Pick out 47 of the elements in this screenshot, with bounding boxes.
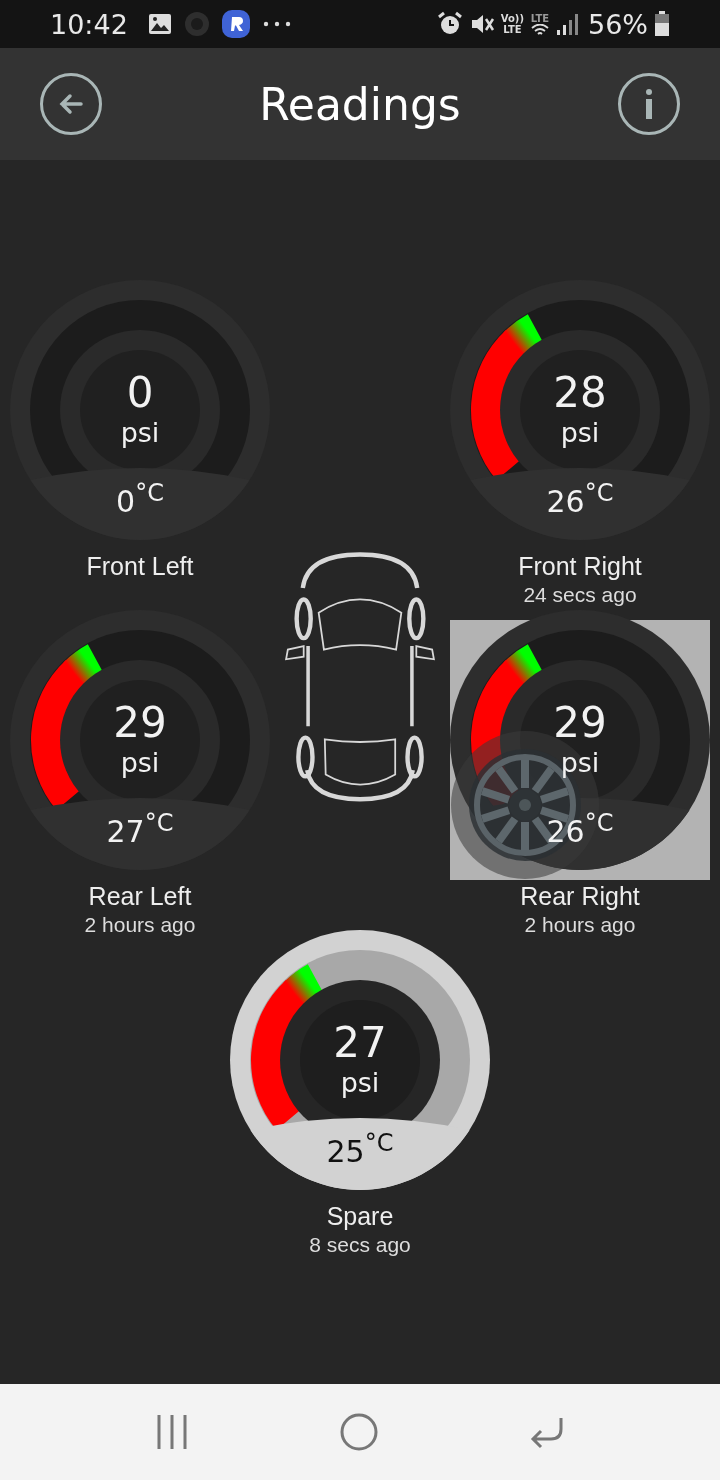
volte-label: Vo)) [500,13,524,24]
app-icon [221,10,250,38]
image-icon [147,13,172,35]
clock-time: 10:42 [50,8,128,40]
lte-label: LTE [503,24,522,35]
pressure-unit: psi [120,748,160,778]
update-time: 8 secs ago [309,1232,411,1258]
battery-level: 56% [588,8,648,40]
pressure-value: 29 [553,698,607,748]
temperature-unit: °C [364,1130,394,1156]
tire-name: Rear Right [520,881,640,911]
pressure-gauge[interactable] [230,930,490,1190]
update-time: 2 hours ago [524,912,636,938]
lte-label: LTE [530,12,550,24]
pressure-value: 27 [333,1018,387,1068]
circle-icon [183,11,210,37]
pressure-unit: psi [560,418,600,448]
back-button[interactable] [40,73,102,135]
wifi-icon [530,23,550,36]
temperature-value: 27 [106,814,145,850]
temperature-unit: °C [135,480,164,506]
temperature-value: 25 [326,1134,365,1170]
pressure-value: 28 [553,368,607,418]
pressure-value: 0 [126,368,154,418]
tire-name: Front Right [518,551,642,581]
battery-icon [654,11,670,37]
signal-icon [556,12,578,36]
update-time: 2 hours ago [84,912,196,938]
more-icon [261,20,292,28]
alarm-icon [436,11,463,37]
pressure-unit: psi [120,418,160,448]
pressure-value: 29 [113,698,167,748]
tire-name: Spare [326,1201,394,1231]
pressure-unit: psi [560,748,600,778]
temperature-unit: °C [584,480,614,506]
temperature-unit: °C [584,810,614,836]
update-time: 24 secs ago [523,582,637,608]
temperature-unit: °C [144,810,174,836]
pressure-unit: psi [340,1068,380,1098]
info-button[interactable] [618,73,680,135]
temperature-value: 26 [546,814,585,850]
tire-name: Front Left [86,551,194,581]
temperature-value: 26 [546,484,585,520]
screen-title: Readings [259,78,461,130]
info-icon [646,89,652,119]
temperature-value: 0 [116,484,136,520]
tire-name: Rear Left [88,881,192,911]
